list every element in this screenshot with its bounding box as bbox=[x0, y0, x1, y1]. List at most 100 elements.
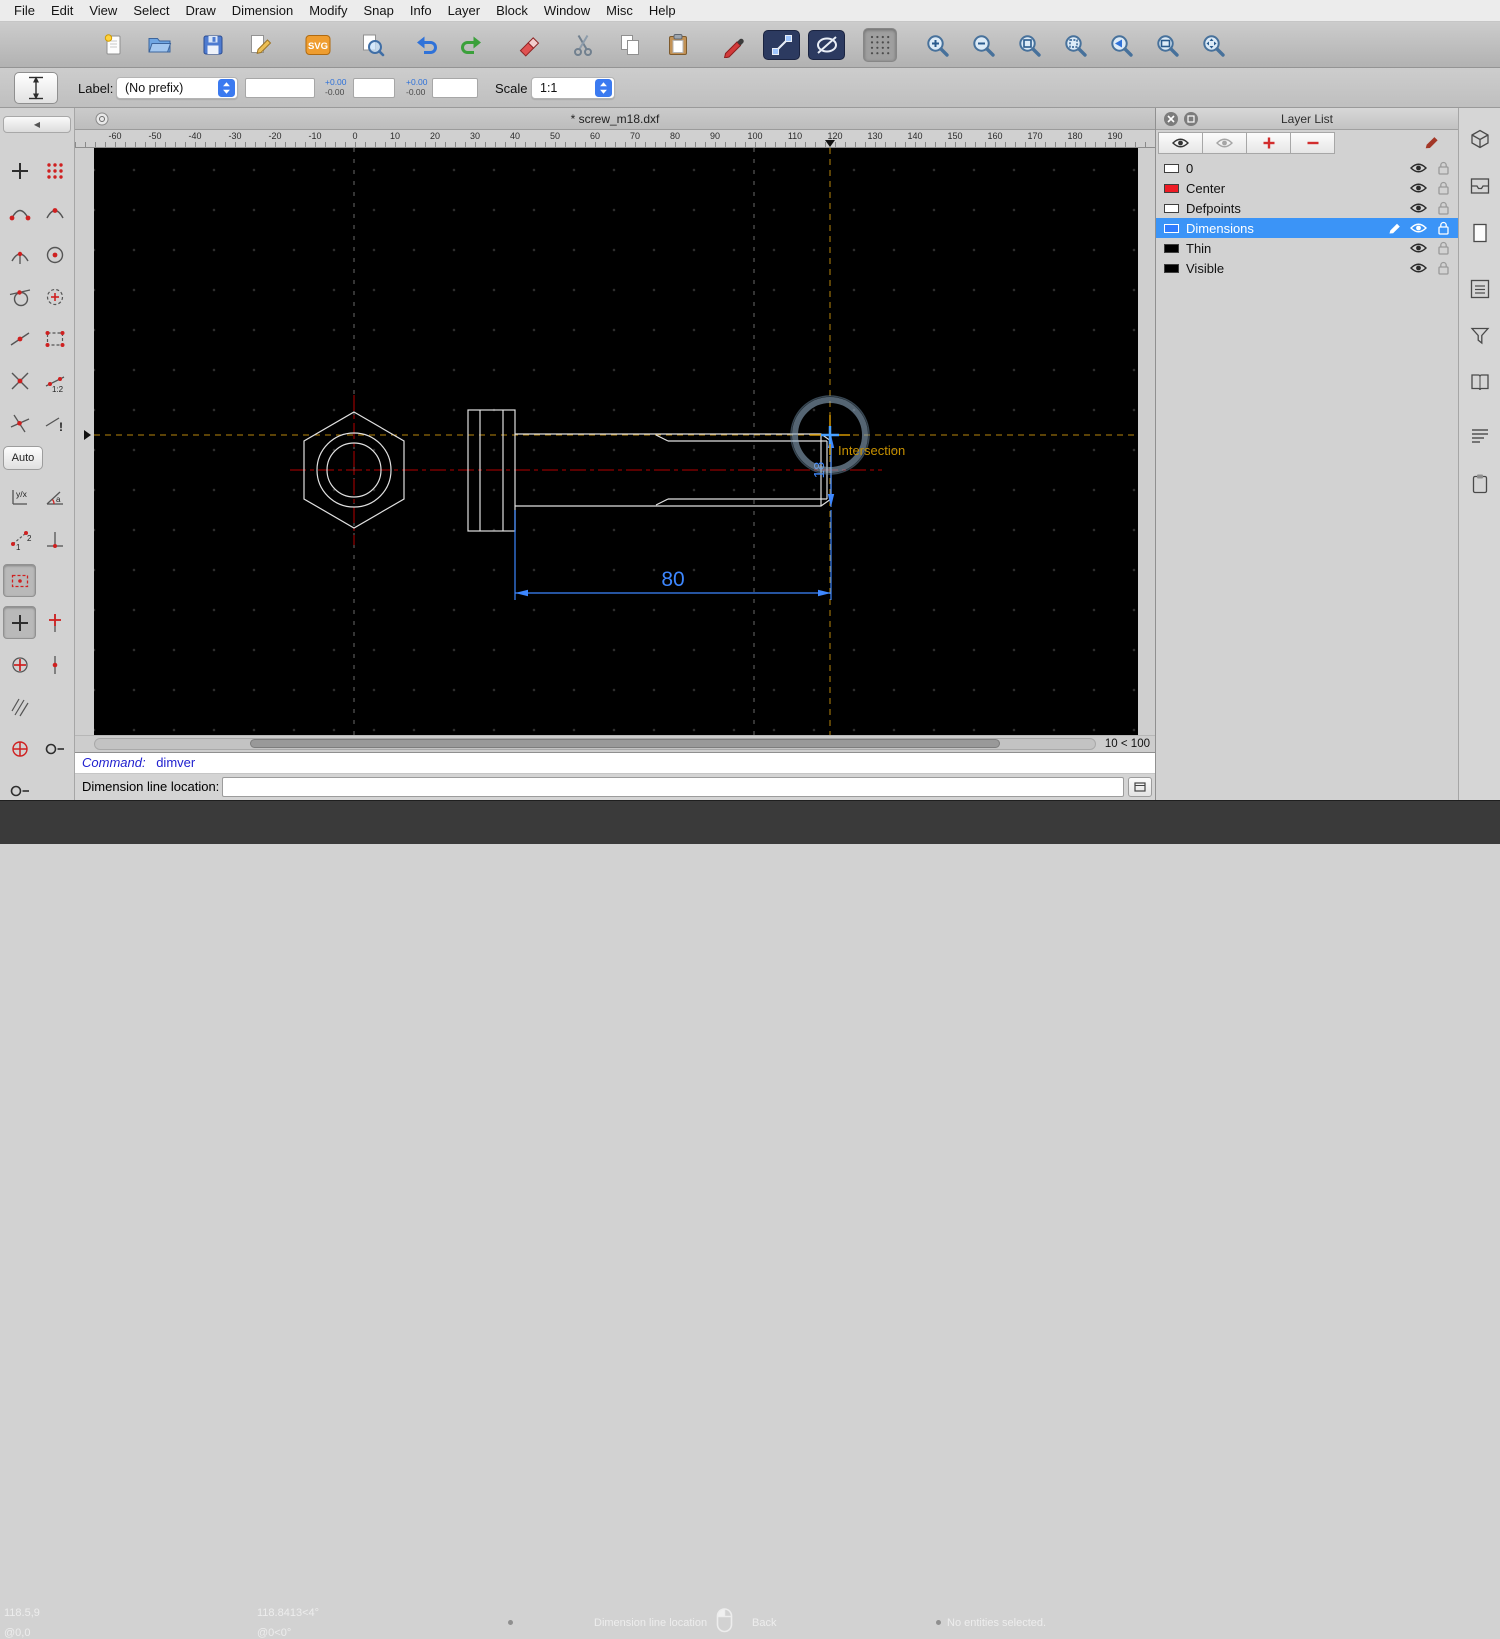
current-tool-vertical-dimension-button[interactable] bbox=[14, 72, 58, 104]
layer-row-defpoints[interactable]: Defpoints bbox=[1156, 198, 1458, 218]
linetype-toggle-icon[interactable] bbox=[808, 30, 845, 60]
layer-lock-icon[interactable] bbox=[1437, 221, 1450, 235]
grid-toggle-icon[interactable] bbox=[863, 28, 897, 62]
menu-view[interactable]: View bbox=[89, 3, 117, 18]
lineweight-toggle-icon[interactable] bbox=[763, 30, 800, 60]
property-editor-dock-icon[interactable] bbox=[1465, 124, 1495, 154]
layer-list-dock-icon[interactable] bbox=[1465, 274, 1495, 304]
restrict-orthogonal-icon[interactable]: y/x bbox=[3, 480, 36, 513]
layer-row-0[interactable]: 0 bbox=[1156, 158, 1458, 178]
svg-export-icon[interactable]: SVG bbox=[301, 28, 335, 62]
menu-draw[interactable]: Draw bbox=[185, 3, 215, 18]
snap-exclusion-icon[interactable] bbox=[3, 564, 36, 597]
tolerance-1-input[interactable] bbox=[353, 78, 395, 98]
snap-coordinate-icon[interactable]: ! bbox=[38, 406, 71, 439]
menu-modify[interactable]: Modify bbox=[309, 3, 347, 18]
relative-zero-display-icon[interactable] bbox=[3, 774, 36, 800]
menu-select[interactable]: Select bbox=[133, 3, 169, 18]
layer-visibility-icon[interactable] bbox=[1410, 182, 1427, 194]
layer-row-visible[interactable]: Visible bbox=[1156, 258, 1458, 278]
collapse-panel-button[interactable]: ◀ bbox=[3, 116, 71, 133]
edit-layer-icon[interactable] bbox=[1424, 135, 1439, 155]
menu-edit[interactable]: Edit bbox=[51, 3, 73, 18]
command-input[interactable] bbox=[222, 777, 1124, 797]
layer-lock-icon[interactable] bbox=[1437, 201, 1450, 215]
snap-offset-icon[interactable] bbox=[38, 648, 71, 681]
previous-view-icon[interactable] bbox=[1104, 28, 1138, 62]
snap-endpoints-icon[interactable] bbox=[3, 196, 36, 229]
menu-snap[interactable]: Snap bbox=[364, 3, 394, 18]
snap-entity-ends-icon[interactable] bbox=[38, 322, 71, 355]
reference-browser-dock-icon[interactable] bbox=[1465, 367, 1495, 397]
menu-block[interactable]: Block bbox=[496, 3, 528, 18]
snap-intersection-manual-icon[interactable] bbox=[3, 406, 36, 439]
paste-icon[interactable] bbox=[661, 28, 695, 62]
close-panel-icon[interactable] bbox=[1164, 112, 1178, 126]
clipboard-dock-icon[interactable] bbox=[1465, 469, 1495, 499]
copy-icon[interactable] bbox=[613, 28, 647, 62]
set-relative-zero-icon[interactable] bbox=[3, 648, 36, 681]
pan-icon[interactable] bbox=[1196, 28, 1230, 62]
document-icon[interactable] bbox=[95, 112, 109, 131]
snap-perpendicular-icon[interactable] bbox=[3, 238, 36, 271]
snap-auto-red-icon[interactable] bbox=[3, 732, 36, 765]
snap-intersection-icon[interactable] bbox=[3, 364, 36, 397]
delete-icon[interactable] bbox=[513, 28, 547, 62]
print-preview-icon[interactable] bbox=[355, 28, 389, 62]
layer-row-thin[interactable]: Thin bbox=[1156, 238, 1458, 258]
selection-filter-dock-icon[interactable] bbox=[1465, 321, 1495, 351]
layer-visibility-icon[interactable] bbox=[1410, 222, 1427, 234]
menu-layer[interactable]: Layer bbox=[448, 3, 481, 18]
remove-layer-button[interactable] bbox=[1290, 132, 1335, 154]
layer-visibility-icon[interactable] bbox=[1410, 242, 1427, 254]
scale-select[interactable]: 1:1 bbox=[531, 77, 615, 99]
redo-icon[interactable] bbox=[455, 28, 489, 62]
command-history-dock-icon[interactable] bbox=[1465, 421, 1495, 451]
command-options-button[interactable] bbox=[1128, 777, 1152, 797]
zoom-out-icon[interactable] bbox=[966, 28, 1000, 62]
restrict-horizontal-icon[interactable]: 12 bbox=[3, 522, 36, 555]
show-all-layers-button[interactable] bbox=[1158, 132, 1203, 154]
relative-zero-icon[interactable] bbox=[3, 606, 36, 639]
layer-lock-icon[interactable] bbox=[1437, 181, 1450, 195]
snap-grid-icon[interactable] bbox=[38, 154, 71, 187]
tolerance-2-input[interactable] bbox=[432, 78, 478, 98]
snap-reference-icon[interactable] bbox=[38, 280, 71, 313]
add-layer-button[interactable] bbox=[1246, 132, 1291, 154]
drawing-area[interactable]: 80 18 Intersection bbox=[94, 148, 1138, 735]
menu-misc[interactable]: Misc bbox=[606, 3, 633, 18]
snap-auto-button[interactable]: Auto bbox=[3, 446, 43, 470]
horizontal-scrollbar[interactable] bbox=[94, 738, 1096, 750]
menu-help[interactable]: Help bbox=[649, 3, 676, 18]
layer-visibility-icon[interactable] bbox=[1410, 162, 1427, 174]
layer-edit-icon[interactable] bbox=[1388, 222, 1401, 235]
restrict-angle-icon[interactable]: a bbox=[38, 480, 71, 513]
zoom-in-icon[interactable] bbox=[920, 28, 954, 62]
open-file-icon[interactable] bbox=[142, 28, 176, 62]
menu-window[interactable]: Window bbox=[544, 3, 590, 18]
snap-free-icon[interactable] bbox=[3, 154, 36, 187]
snap-center-icon[interactable] bbox=[38, 238, 71, 271]
hide-all-layers-button[interactable] bbox=[1202, 132, 1247, 154]
relative-zero-state-icon[interactable] bbox=[38, 732, 71, 765]
window-zoom-icon[interactable] bbox=[1150, 28, 1184, 62]
new-file-icon[interactable] bbox=[96, 28, 130, 62]
detach-panel-icon[interactable] bbox=[1184, 112, 1198, 126]
save-file-icon[interactable] bbox=[196, 28, 230, 62]
snap-tangent-icon[interactable] bbox=[3, 280, 36, 313]
zoom-selection-icon[interactable] bbox=[1058, 28, 1092, 62]
block-list-dock-icon[interactable] bbox=[1465, 218, 1495, 248]
layer-row-dimensions[interactable]: Dimensions bbox=[1156, 218, 1458, 238]
library-browser-dock-icon[interactable] bbox=[1465, 171, 1495, 201]
menu-dimension[interactable]: Dimension bbox=[232, 3, 293, 18]
undo-icon[interactable] bbox=[409, 28, 443, 62]
hatch-icon[interactable] bbox=[3, 690, 36, 723]
drawing-preferences-icon[interactable] bbox=[243, 28, 277, 62]
layer-lock-icon[interactable] bbox=[1437, 161, 1450, 175]
draft-pen-icon[interactable] bbox=[716, 28, 750, 62]
restrict-vertical-icon[interactable] bbox=[38, 522, 71, 555]
snap-middle-icon[interactable] bbox=[3, 322, 36, 355]
label-prefix-select[interactable]: (No prefix) bbox=[116, 77, 238, 99]
snap-distance-icon[interactable]: 1:2 bbox=[38, 364, 71, 397]
snap-on-entity-icon[interactable] bbox=[38, 196, 71, 229]
